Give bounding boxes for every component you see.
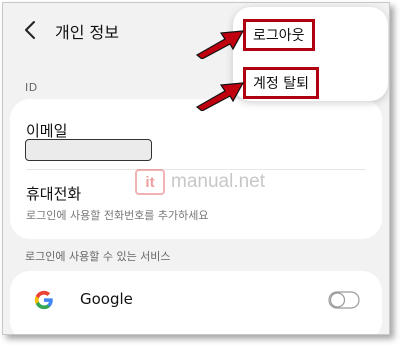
delete-account-menu-item[interactable]: 계정 탈퇴 — [243, 67, 319, 99]
email-value-redacted[interactable] — [25, 139, 152, 161]
google-logo-icon — [34, 290, 53, 310]
google-toggle-switch[interactable] — [328, 291, 360, 309]
arrow-right-icon — [195, 82, 245, 111]
service-name: Google — [80, 290, 133, 308]
back-button[interactable] — [21, 17, 41, 43]
logout-menu-item[interactable]: 로그아웃 — [243, 19, 315, 51]
page-title: 개인 정보 — [55, 23, 119, 42]
watermark-badge: it — [135, 169, 165, 195]
phone-label[interactable]: 휴대전화 — [26, 183, 81, 204]
arrow-right-icon — [195, 30, 245, 59]
email-label: 이메일 — [26, 122, 68, 140]
watermark-text: manual.net — [171, 171, 266, 192]
watermark: it manual.net — [135, 169, 265, 195]
section-label-services: 로그인에 사용할 수 있는 서비스 — [25, 250, 171, 263]
screenshot-frame: 개인 정보 ID 이메일 휴대전화 로그인에 사용할 전화번호를 추가하세요 i… — [2, 2, 390, 335]
phone-description: 로그인에 사용할 전화번호를 추가하세요 — [26, 209, 209, 222]
overflow-menu: 로그아웃 계정 탈퇴 — [233, 7, 388, 101]
chevron-left-icon — [25, 21, 35, 39]
service-row-google[interactable]: Google — [10, 271, 382, 334]
section-label-id: ID — [25, 81, 38, 94]
